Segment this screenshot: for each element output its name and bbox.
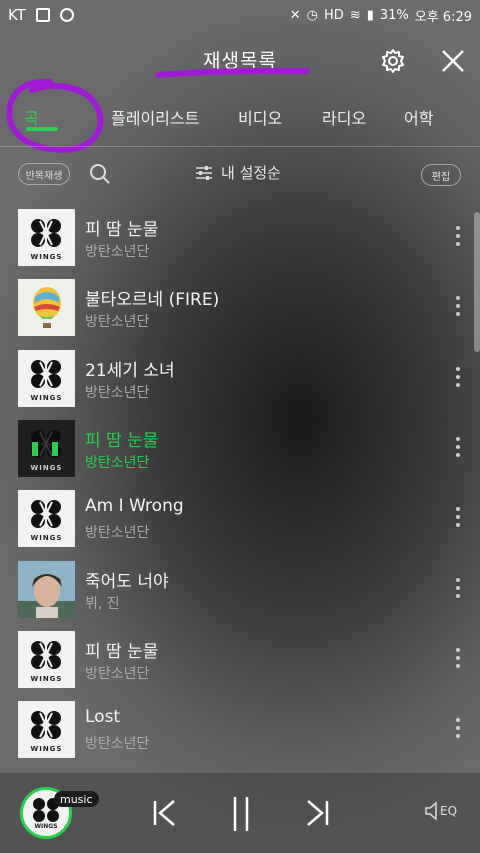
sort-label: 내 설정순 <box>221 164 281 182</box>
song-artist: 방탄소년단 <box>85 525 150 541</box>
album-art: WINGS <box>18 209 75 266</box>
song-artist: 방탄소년단 <box>85 736 150 752</box>
mini-player: WINGS music EQ <box>0 773 480 853</box>
song-row[interactable]: WINGS Lost 방탄소년단 <box>0 693 480 763</box>
song-title: 21세기 소녀 <box>85 361 175 381</box>
speaker-icon <box>425 801 437 821</box>
song-title: 불타오르네 (FIRE) <box>85 290 220 310</box>
sort-icon <box>196 165 212 180</box>
tab-playlists[interactable]: 플레이리스트 <box>111 105 199 129</box>
song-title: 죽어도 너야 <box>85 572 169 592</box>
previous-icon[interactable] <box>144 793 184 833</box>
music-badge: music <box>54 791 99 807</box>
tab-videos[interactable]: 비디오 <box>238 105 282 129</box>
time-label: 오후 6:29 <box>414 9 472 25</box>
repeat-button[interactable]: 반복재생 <box>18 163 70 185</box>
close-icon[interactable] <box>438 46 468 76</box>
album-wings-text: WINGS <box>30 675 63 683</box>
more-options-icon[interactable] <box>448 364 468 390</box>
song-artist: 방탄소년단 <box>85 385 150 401</box>
more-options-icon[interactable] <box>448 293 468 319</box>
song-row[interactable]: WINGS 피 땀 눈물방탄소년단 <box>0 201 480 271</box>
hd-icon: HD <box>323 7 344 23</box>
more-options-icon[interactable] <box>448 645 468 671</box>
wifi-icon: ≋ <box>349 7 361 23</box>
song-artist: 방탄소년단 <box>85 314 150 330</box>
scrollbar[interactable] <box>474 212 480 352</box>
album-art: WINGS <box>18 701 75 758</box>
more-options-icon[interactable] <box>448 504 468 530</box>
album-wings-text: WINGS <box>30 394 63 402</box>
album-art <box>18 561 75 618</box>
album-wings-text: WINGS <box>30 534 63 542</box>
song-row[interactable]: 불타오르네 (FIRE) 방탄소년단 <box>0 271 480 341</box>
gear-icon[interactable] <box>378 46 408 76</box>
pause-icon[interactable] <box>221 793 261 833</box>
song-title: Lost <box>85 707 121 727</box>
mute-icon: ✕ <box>289 7 301 23</box>
gallery-icon <box>35 8 50 22</box>
notification-icon <box>59 8 74 22</box>
battery-label: 31% <box>379 7 409 23</box>
song-title: 피 땀 눈물 <box>85 642 159 662</box>
album-wings-text: WINGS <box>30 253 63 261</box>
more-options-icon[interactable] <box>448 715 468 741</box>
annotation-underline <box>155 67 310 78</box>
tab-language[interactable]: 어학 <box>404 105 433 129</box>
next-icon[interactable] <box>298 793 338 833</box>
eq-button[interactable]: EQ <box>424 801 457 821</box>
divider <box>0 146 480 147</box>
album-art: WINGS <box>18 350 75 407</box>
search-icon[interactable] <box>88 162 112 186</box>
album-wings-text: WINGS <box>30 745 63 753</box>
song-artist: 방탄소년단 <box>85 244 150 260</box>
album-wings-text: WINGS <box>34 823 58 830</box>
status-bar: KT ✕ ◷ HD ≋ ▮ 31% 오후 6:29 <box>0 0 480 30</box>
song-row[interactable]: WINGS 피 땀 눈물방탄소년단 <box>0 412 480 482</box>
sort-button[interactable]: 내 설정순 <box>195 162 281 183</box>
album-wings-text: WINGS <box>30 464 63 472</box>
eq-label: EQ <box>440 804 458 818</box>
song-artist: 뷔, 진 <box>85 596 120 612</box>
more-options-icon[interactable] <box>448 434 468 460</box>
album-art: WINGS <box>18 490 75 547</box>
song-row[interactable]: 죽어도 너야뷔, 진 <box>0 553 480 623</box>
more-options-icon[interactable] <box>448 223 468 249</box>
signal-icon: ▮ <box>366 7 374 23</box>
song-artist: 방탄소년단 <box>85 666 150 682</box>
song-title: Am I Wrong <box>85 496 184 516</box>
alarm-icon: ◷ <box>306 7 318 23</box>
song-row[interactable]: WINGS 21세기 소녀방탄소년단 <box>0 342 480 412</box>
song-row[interactable]: WINGS Am I Wrong 방탄소년단 <box>0 482 480 552</box>
song-title: 피 땀 눈물 <box>85 220 159 240</box>
more-options-icon[interactable] <box>448 575 468 601</box>
album-art <box>18 279 75 336</box>
song-title: 피 땀 눈물 <box>85 431 159 451</box>
edit-button[interactable]: 편집 <box>421 164 461 186</box>
song-artist: 방탄소년단 <box>85 455 150 471</box>
album-art: WINGS <box>18 420 75 477</box>
list-toolbar: 반복재생 내 설정순 편집 <box>0 158 480 192</box>
song-list: WINGS 피 땀 눈물 방탄소년단 불타오르네 (FIRE) 방탄소년단 WINGS 21… <box>0 201 480 771</box>
album-art: WINGS <box>18 631 75 688</box>
tab-radio[interactable]: 라디오 <box>322 105 366 129</box>
carrier-label: KT <box>8 6 26 24</box>
song-row[interactable]: WINGS 피 땀 눈물방탄소년단 <box>0 623 480 693</box>
